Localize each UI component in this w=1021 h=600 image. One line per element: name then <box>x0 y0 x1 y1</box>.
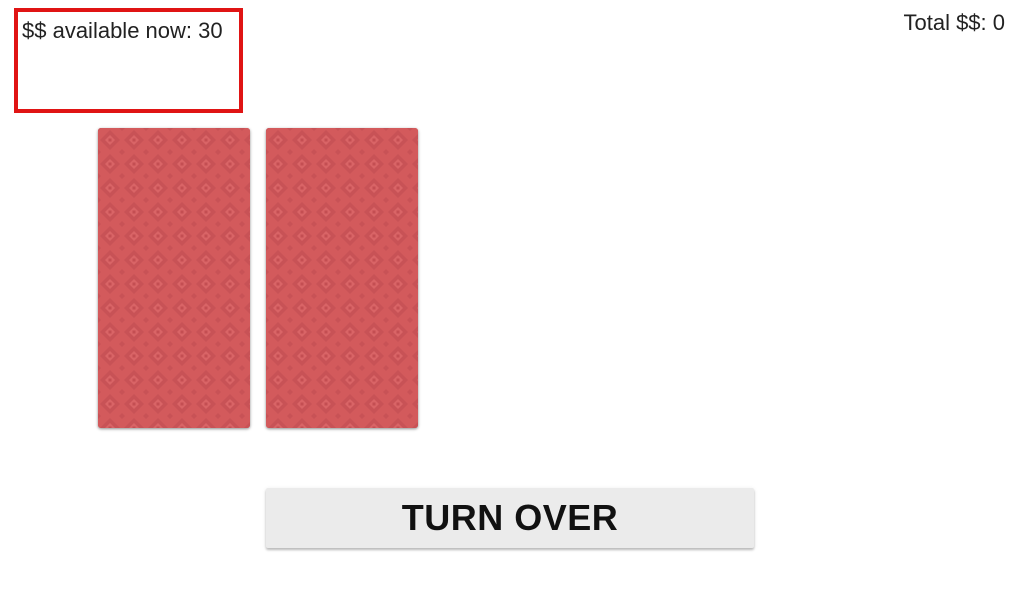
card-back-pattern <box>266 128 418 428</box>
card-back-pattern <box>98 128 250 428</box>
turn-over-button[interactable]: TURN OVER <box>266 488 754 548</box>
available-money-label: $$ available now: 30 <box>22 18 223 43</box>
card-1-face-down[interactable] <box>98 128 250 428</box>
card-2-face-down[interactable] <box>266 128 418 428</box>
total-money-label: Total $$: 0 <box>903 10 1005 35</box>
game-screen: $$ available now: 30 Total $$: 0 TURN OV… <box>0 0 1021 600</box>
available-money-highlight: $$ available now: 30 <box>14 8 243 113</box>
